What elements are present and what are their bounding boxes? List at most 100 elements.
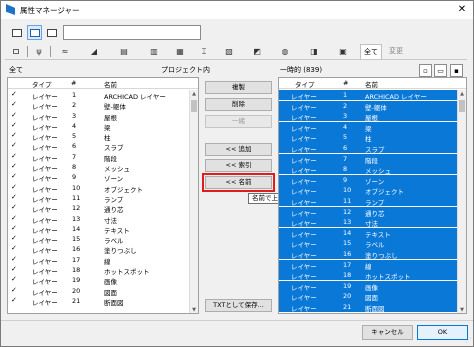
split-view-icon[interactable] (44, 25, 59, 40)
check-icon[interactable]: ✓ (11, 224, 17, 232)
check-icon[interactable]: ✓ (11, 296, 17, 304)
table-row[interactable]: ✓ レイヤー 19 画像 (8, 275, 198, 286)
table-row[interactable]: レイヤー 9 ゾーン (279, 174, 466, 186)
table-row[interactable]: ✓ レイヤー 17 線 (8, 255, 198, 266)
table-row[interactable]: ✓ レイヤー 14 テキスト (8, 224, 198, 235)
check-icon[interactable]: ✓ (11, 203, 17, 211)
table-row[interactable]: レイヤー 11 ランプ (279, 195, 466, 207)
add-button[interactable]: << 追加 (205, 143, 272, 156)
layer-icon[interactable] (9, 45, 23, 58)
column-name[interactable]: 名前 (365, 79, 378, 89)
table-row[interactable]: レイヤー 20 図面 (279, 291, 466, 302)
building-icon[interactable]: ▣ (336, 45, 350, 58)
table-row[interactable]: レイヤー 16 塗りつぶし (279, 248, 466, 260)
table-row[interactable]: ✓ レイヤー 4 梁 (8, 121, 198, 132)
material-icon[interactable]: ▥ (147, 45, 161, 58)
ok-button[interactable]: OK (417, 325, 468, 340)
table-row[interactable]: ✓ レイヤー 5 柱 (8, 131, 198, 142)
table-row[interactable]: レイヤー 13 寸法 (279, 217, 466, 228)
column-number[interactable]: # (71, 79, 76, 87)
check-icon[interactable]: ✓ (11, 255, 17, 263)
renovation-icon[interactable]: ◨ (307, 45, 321, 58)
check-icon[interactable]: ✓ (11, 244, 17, 252)
merge-button[interactable]: 一緒 (205, 115, 272, 128)
check-icon[interactable]: ✓ (11, 214, 17, 222)
city-icon[interactable]: ◍ (278, 45, 292, 58)
scrollbar[interactable]: ▲ ▼ (457, 90, 466, 313)
source-attribute-list[interactable]: タイプ # 名前 ✓ レイヤー 1 ARCHICAD レイヤー ✓ レイヤー 2 壁-躯体 ✓ レ… (7, 77, 199, 314)
column-name[interactable]: 名前 (104, 79, 117, 89)
tab-all[interactable]: 全て (360, 44, 382, 59)
table-row[interactable]: ✓ レイヤー 18 ホットスポット (8, 265, 198, 276)
check-icon[interactable]: ✓ (11, 172, 17, 180)
table-row[interactable]: レイヤー 3 屋根 (279, 111, 466, 122)
scroll-thumb[interactable] (459, 100, 465, 112)
table-row[interactable]: レイヤー 6 スラブ (279, 142, 466, 154)
table-row[interactable]: ✓ レイヤー 6 スラブ (8, 141, 198, 152)
table-row[interactable]: ✓ レイヤー 2 壁-躯体 (8, 100, 198, 111)
check-icon[interactable]: ✓ (11, 193, 17, 201)
table-row[interactable]: レイヤー 18 ホットスポット (279, 270, 466, 281)
check-icon[interactable]: ✓ (11, 152, 17, 160)
composite-icon[interactable]: ▦ (173, 45, 187, 58)
profile-icon[interactable]: ⌶ (197, 45, 211, 58)
open-file-icon[interactable]: ▭ (434, 64, 447, 77)
overwrite-by-name-button[interactable]: << 名前 (202, 173, 275, 192)
check-icon[interactable]: ✓ (11, 275, 17, 283)
table-row[interactable]: ✓ レイヤー 11 ランプ (8, 193, 198, 204)
column-type[interactable]: タイプ (295, 79, 315, 89)
list-view-icon[interactable] (9, 25, 24, 40)
table-row[interactable]: ✓ レイヤー 3 屋根 (8, 111, 198, 122)
table-row[interactable]: ✓ レイヤー 20 図面 (8, 286, 198, 297)
table-row[interactable]: レイヤー 8 メッシュ (279, 164, 466, 175)
table-row[interactable]: ✓ レイヤー 10 オブジェクト (8, 183, 198, 194)
check-icon[interactable]: ✓ (11, 183, 17, 191)
tab-changes[interactable]: 変更 (385, 44, 407, 59)
surface-icon[interactable]: ▤ (117, 45, 131, 58)
table-row[interactable]: レイヤー 4 梁 (279, 121, 466, 133)
fill-icon[interactable]: ◢ (87, 45, 101, 58)
search-input[interactable] (63, 25, 201, 40)
check-icon[interactable]: ✓ (11, 265, 17, 273)
save-file-icon[interactable]: ▪ (450, 64, 463, 77)
index-button[interactable]: << 索引 (205, 159, 272, 172)
scrollbar[interactable]: ▲ ▼ (189, 90, 198, 313)
table-row[interactable]: ✓ レイヤー 12 通り芯 (8, 203, 198, 214)
mep-icon[interactable]: ◩ (250, 45, 264, 58)
target-attribute-list[interactable]: タイプ # 名前 レイヤー 1 ARCHICAD レイヤー レイヤー 2 壁-躯体 レイヤー… (278, 77, 467, 314)
check-icon[interactable]: ✓ (11, 111, 17, 119)
table-row[interactable]: ✓ レイヤー 7 階段 (8, 152, 198, 163)
table-row[interactable]: ✓ レイヤー 1 ARCHICAD レイヤー (8, 90, 198, 101)
close-button[interactable]: ✕ (455, 3, 469, 17)
line-type-icon[interactable]: ≈ (58, 45, 72, 58)
scroll-up-icon[interactable]: ▲ (190, 90, 198, 98)
table-row[interactable]: レイヤー 10 オブジェクト (279, 185, 466, 196)
table-row[interactable]: レイヤー 1 ARCHICAD レイヤー (279, 90, 466, 101)
table-row[interactable]: レイヤー 2 壁-躯体 (279, 100, 466, 112)
check-icon[interactable]: ✓ (11, 162, 17, 170)
table-row[interactable]: レイヤー 14 テキスト (279, 227, 466, 239)
table-row[interactable]: ✓ レイヤー 9 ゾーン (8, 172, 198, 183)
zone-icon[interactable]: ▧ (222, 45, 236, 58)
table-row[interactable]: ✓ レイヤー 13 寸法 (8, 214, 198, 225)
scroll-down-icon[interactable]: ▼ (458, 306, 466, 313)
check-icon[interactable]: ✓ (11, 131, 17, 139)
table-row[interactable]: レイヤー 17 線 (279, 259, 466, 271)
table-row[interactable]: レイヤー 19 画像 (279, 280, 466, 292)
scroll-up-icon[interactable]: ▲ (458, 90, 466, 98)
table-row[interactable]: ✓ レイヤー 21 断面図 (8, 296, 198, 307)
table-row[interactable]: レイヤー 5 柱 (279, 132, 466, 143)
scroll-down-icon[interactable]: ▼ (190, 306, 198, 313)
table-row[interactable]: レイヤー 15 ラベル (279, 238, 466, 249)
check-icon[interactable]: ✓ (11, 286, 17, 294)
new-file-icon[interactable]: ▫ (419, 64, 432, 77)
copy-button[interactable]: 複製 (205, 81, 272, 94)
column-number[interactable]: # (343, 79, 348, 87)
table-row[interactable]: レイヤー 21 断面図 (279, 301, 466, 313)
check-icon[interactable]: ✓ (11, 141, 17, 149)
table-row[interactable]: レイヤー 7 階段 (279, 153, 466, 165)
save-as-txt-button[interactable]: TXTとして保存... (205, 299, 272, 312)
table-row[interactable]: ✓ レイヤー 8 メッシュ (8, 162, 198, 173)
scroll-thumb[interactable] (191, 100, 197, 112)
check-icon[interactable]: ✓ (11, 121, 17, 129)
